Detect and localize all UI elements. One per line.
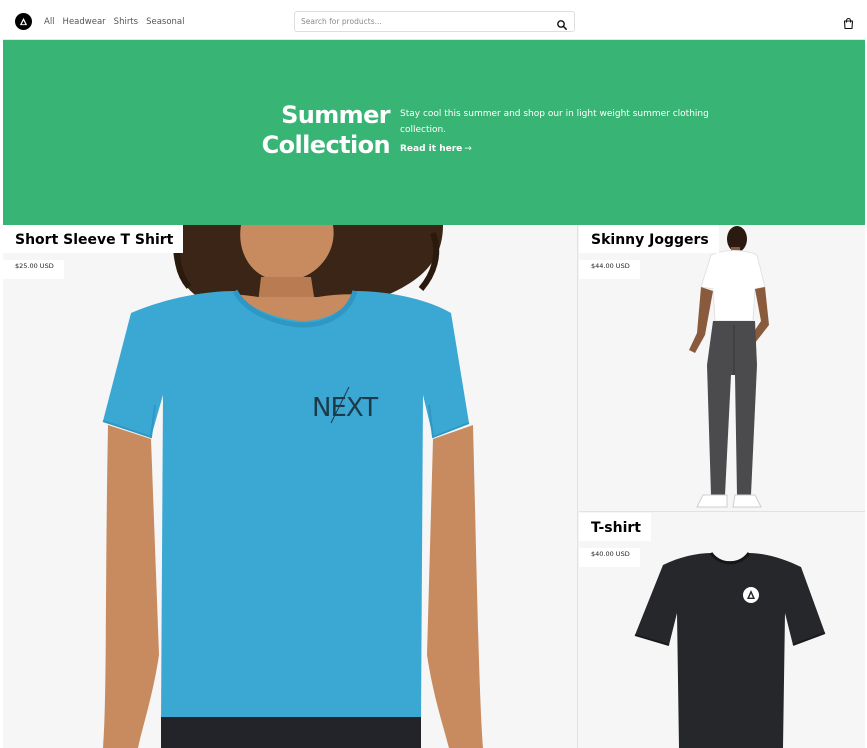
product-label: T-shirt $40.00 USD — [579, 513, 651, 567]
product-card-skinny-joggers[interactable]: Skinny Joggers $44.00 USD — [579, 225, 865, 512]
product-name: T-shirt — [579, 513, 651, 541]
search-bar — [294, 11, 575, 32]
product-name: Short Sleeve T Shirt — [3, 225, 184, 253]
nav-link-shirts[interactable]: Shirts — [114, 17, 138, 27]
search-input[interactable] — [301, 14, 546, 29]
nav-link-all[interactable]: All — [44, 17, 55, 27]
hero-banner: Summer Collection Stay cool this summer … — [3, 40, 865, 225]
nav-link-seasonal[interactable]: Seasonal — [146, 17, 184, 27]
product-price: $25.00 USD — [3, 260, 64, 279]
hero-title-line1: Summer — [281, 101, 391, 129]
product-card-short-sleeve-t-shirt[interactable]: NEXT Short Sleeve T Shirt $25.00 USD — [3, 225, 578, 748]
product-price: $40.00 USD — [579, 548, 640, 567]
hero-title-line2: Collection — [261, 131, 391, 159]
product-label: Skinny Joggers $44.00 USD — [579, 225, 719, 279]
hero-link-label: Read it here — [400, 144, 463, 154]
product-grid: NEXT Short Sleeve T Shirt $25.00 USD Ski… — [3, 225, 865, 748]
page: All Headwear Shirts Seasonal Summer Coll… — [3, 3, 865, 748]
hero-title: Summer Collection — [241, 100, 391, 160]
cart-icon[interactable] — [842, 15, 855, 30]
shirt-logo-print: NEXT — [312, 393, 378, 423]
hero-description: Stay cool this summer and shop our in li… — [400, 109, 709, 135]
read-it-here-link[interactable]: Read it here → — [400, 144, 472, 154]
product-image-blue-tshirt: NEXT — [3, 225, 577, 748]
product-name: Skinny Joggers — [579, 225, 719, 253]
product-label: Short Sleeve T Shirt $25.00 USD — [3, 225, 184, 279]
nav-link-headwear[interactable]: Headwear — [63, 17, 106, 27]
product-card-t-shirt[interactable]: T-shirt $40.00 USD — [579, 513, 865, 748]
product-price: $44.00 USD — [579, 260, 640, 279]
arrow-right-icon: → — [464, 144, 472, 154]
shirt-logo-badge — [743, 587, 759, 603]
navbar: All Headwear Shirts Seasonal — [3, 3, 865, 40]
store-logo-icon[interactable] — [15, 13, 32, 30]
search-icon[interactable] — [556, 16, 568, 30]
nav-links: All Headwear Shirts Seasonal — [44, 17, 185, 27]
